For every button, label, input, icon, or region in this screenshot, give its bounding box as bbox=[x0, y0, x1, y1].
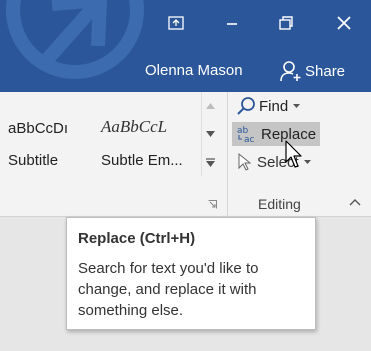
restore-button[interactable] bbox=[266, 8, 306, 38]
title-bar: Olenna Mason Share bbox=[0, 0, 371, 92]
gallery-more-button[interactable] bbox=[202, 148, 219, 176]
find-button[interactable]: Find bbox=[232, 94, 304, 118]
group-separator bbox=[227, 92, 228, 216]
tooltip-title: Replace (Ctrl+H) bbox=[78, 230, 196, 247]
minimize-icon bbox=[227, 23, 237, 25]
find-dropdown-icon bbox=[293, 104, 301, 108]
style-preview-subtitle[interactable]: aBbCcDı bbox=[8, 120, 68, 137]
find-magnifier-icon bbox=[237, 97, 255, 115]
share-person-icon bbox=[280, 61, 301, 82]
more-styles-icon bbox=[206, 157, 215, 167]
select-arrow-icon bbox=[238, 152, 252, 171]
editing-group-label: Editing bbox=[258, 196, 301, 212]
styles-dialog-launcher-icon[interactable] bbox=[208, 200, 217, 209]
replace-icon: ab ac bbox=[237, 126, 255, 144]
style-label-subtitle[interactable]: Subtitle bbox=[8, 152, 58, 169]
gallery-scroll-up-button[interactable] bbox=[202, 92, 219, 120]
chevron-up-icon bbox=[206, 103, 215, 109]
ribbon-display-icon bbox=[168, 16, 184, 30]
find-label: Find bbox=[259, 97, 289, 115]
chevron-down-icon bbox=[206, 131, 215, 137]
account-bar: Olenna Mason Share bbox=[0, 52, 371, 88]
svg-text:ac: ac bbox=[244, 135, 255, 144]
mouse-pointer-icon bbox=[285, 140, 302, 168]
restore-icon bbox=[279, 16, 293, 30]
close-icon bbox=[337, 16, 351, 30]
share-label: Share bbox=[305, 62, 346, 80]
share-button[interactable]: Share bbox=[276, 57, 349, 85]
ribbon-display-options-button[interactable] bbox=[156, 8, 196, 38]
close-button[interactable] bbox=[324, 8, 364, 38]
style-label-subtle-emphasis[interactable]: Subtle Em... bbox=[101, 152, 183, 169]
tooltip-body: Search for text you'd like to change, an… bbox=[78, 260, 259, 319]
replace-button[interactable]: ab ac Replace bbox=[232, 122, 321, 146]
select-dropdown-icon bbox=[303, 160, 311, 164]
styles-gallery-scroll bbox=[201, 92, 219, 176]
gallery-scroll-down-button[interactable] bbox=[202, 120, 219, 148]
replace-tooltip: Replace (Ctrl+H) Search for text you'd l… bbox=[66, 217, 316, 330]
collapse-ribbon-icon[interactable] bbox=[349, 198, 361, 206]
minimize-button[interactable] bbox=[212, 8, 252, 38]
ribbon-home: aBbCcDı AaBbCcL Subtitle Subtle Em... Fi… bbox=[0, 92, 371, 217]
user-name[interactable]: Olenna Mason bbox=[145, 62, 243, 79]
style-preview-subtle-emphasis[interactable]: AaBbCcL bbox=[101, 117, 167, 137]
